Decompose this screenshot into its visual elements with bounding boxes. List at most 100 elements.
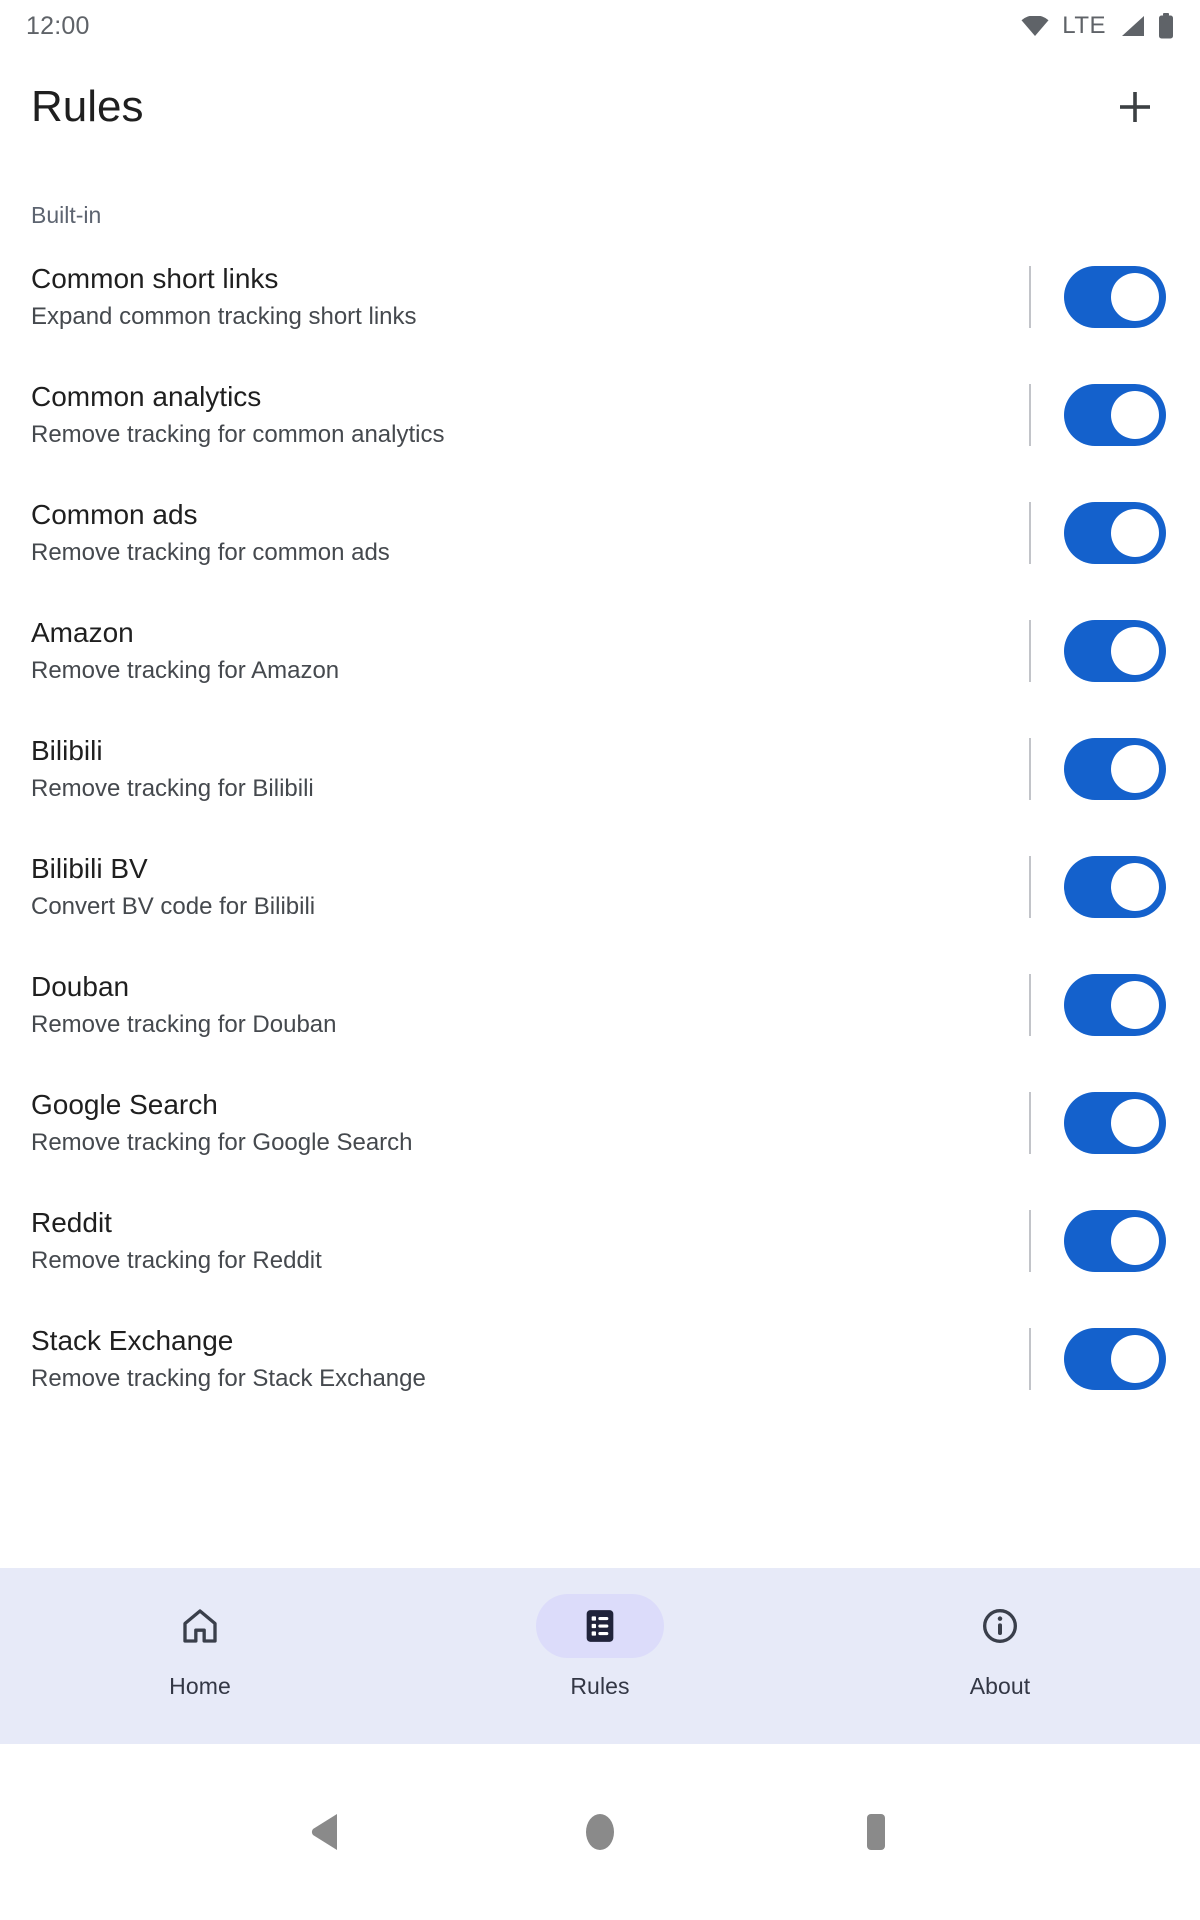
rule-control-group [1029,828,1200,946]
system-home-button[interactable] [552,1784,648,1880]
rule-toggle-switch[interactable] [1064,266,1166,328]
nav-item-home[interactable]: Home [0,1568,400,1744]
wifi-icon [1021,16,1049,36]
rule-text: Bilibili BV Convert BV code for Bilibili [31,851,1029,922]
rule-text: Stack Exchange Remove tracking for Stack … [31,1323,1029,1394]
rule-control-group [1029,1064,1200,1182]
rule-toggle-switch[interactable] [1064,974,1166,1036]
android-system-navigation-bar [0,1744,1200,1920]
nav-pill-rules [536,1594,664,1658]
vertical-divider [1029,856,1031,918]
rule-toggle-switch[interactable] [1064,1328,1166,1390]
rule-subtitle: Remove tracking for Stack Exchange [31,1365,426,1393]
vertical-divider [1029,738,1031,800]
rule-text: Common ads Remove tracking for common ads [31,497,1029,568]
toggle-knob [1111,509,1159,557]
rule-toggle-switch[interactable] [1064,738,1166,800]
rule-control-group [1029,710,1200,828]
nav-label-rules: Rules [570,1673,630,1699]
add-rule-button[interactable] [1100,72,1170,142]
rule-toggle-switch[interactable] [1064,384,1166,446]
rule-title: Bilibili BV [31,853,148,885]
rule-title: Douban [31,971,130,1003]
rule-row[interactable]: Common analytics Remove tracking for comm… [0,356,1200,474]
rules-list: Common short links Expand common tracking… [0,238,1200,1418]
toggle-knob [1111,273,1159,321]
nav-label-home: Home [169,1673,231,1699]
status-bar: 12:00 LTE [0,0,1200,52]
square-icon [859,1811,893,1853]
nav-item-about[interactable]: About [800,1568,1200,1744]
rule-title: Stack Exchange [31,1325,234,1357]
page-title: Rules [31,82,144,131]
rule-toggle-switch[interactable] [1064,502,1166,564]
rule-text: Common short links Expand common tracking… [31,261,1029,332]
plus-icon [1117,89,1153,125]
rule-text: Douban Remove tracking for Douban [31,969,1029,1040]
section-header-built-in: Built-in [31,202,102,228]
system-back-button[interactable] [276,1784,372,1880]
vertical-divider [1029,1328,1031,1390]
list-icon [580,1606,620,1646]
battery-icon [1158,13,1174,39]
circle-icon [583,1811,617,1853]
toggle-knob [1111,863,1159,911]
rule-toggle-switch[interactable] [1064,1210,1166,1272]
home-icon [180,1606,220,1646]
vertical-divider [1029,1092,1031,1154]
rule-toggle-switch[interactable] [1064,620,1166,682]
rule-subtitle: Expand common tracking short links [31,303,417,331]
rule-row[interactable]: Douban Remove tracking for Douban [0,946,1200,1064]
rules-list-scroll-area[interactable]: Built-in Common short links Expand common… [0,162,1200,1662]
rule-subtitle: Remove tracking for common ads [31,539,390,567]
rule-control-group [1029,474,1200,592]
toggle-knob [1111,1217,1159,1265]
rule-title: Amazon [31,617,134,649]
rule-row[interactable]: Bilibili Remove tracking for Bilibili [0,710,1200,828]
vertical-divider [1029,1210,1031,1272]
rule-control-group [1029,592,1200,710]
triangle-left-icon [307,1812,341,1852]
nav-item-rules[interactable]: Rules [400,1568,800,1744]
toggle-knob [1111,1099,1159,1147]
rule-control-group [1029,1182,1200,1300]
rule-text: Google Search Remove tracking for Google … [31,1087,1029,1158]
rule-text: Common analytics Remove tracking for comm… [31,379,1029,450]
rule-subtitle: Remove tracking for Amazon [31,657,340,685]
app-bar: Rules [0,52,1200,162]
rule-row[interactable]: Amazon Remove tracking for Amazon [0,592,1200,710]
bottom-navigation-bar: Home Rules About [0,1568,1200,1744]
info-icon [980,1606,1020,1646]
vertical-divider [1029,502,1031,564]
system-recents-button[interactable] [828,1784,924,1880]
nav-pill-about [936,1594,1064,1658]
rule-subtitle: Remove tracking for Douban [31,1011,337,1039]
rule-control-group [1029,356,1200,474]
toggle-knob [1111,391,1159,439]
rule-row[interactable]: Bilibili BV Convert BV code for Bilibili [0,828,1200,946]
rule-toggle-switch[interactable] [1064,1092,1166,1154]
rule-title: Reddit [31,1207,112,1239]
nav-pill-home [136,1594,264,1658]
rule-row[interactable]: Google Search Remove tracking for Google … [0,1064,1200,1182]
rule-toggle-switch[interactable] [1064,856,1166,918]
toggle-knob [1111,1335,1159,1383]
rule-control-group [1029,946,1200,1064]
rule-title: Common ads [31,499,198,531]
nav-label-about: About [969,1673,1031,1699]
rule-row[interactable]: Common ads Remove tracking for common ads [0,474,1200,592]
rule-text: Amazon Remove tracking for Amazon [31,615,1029,686]
rule-subtitle: Remove tracking for Reddit [31,1247,322,1275]
vertical-divider [1029,384,1031,446]
vertical-divider [1029,974,1031,1036]
rule-control-group [1029,238,1200,356]
rule-row[interactable]: Common short links Expand common tracking… [0,238,1200,356]
rule-control-group [1029,1300,1200,1418]
signal-icon [1119,15,1145,37]
rule-row[interactable]: Stack Exchange Remove tracking for Stack … [0,1300,1200,1418]
network-type-label: LTE [1062,12,1106,39]
rule-row[interactable]: Reddit Remove tracking for Reddit [0,1182,1200,1300]
rule-title: Google Search [31,1089,218,1121]
rule-title: Common analytics [31,381,262,413]
vertical-divider [1029,266,1031,328]
